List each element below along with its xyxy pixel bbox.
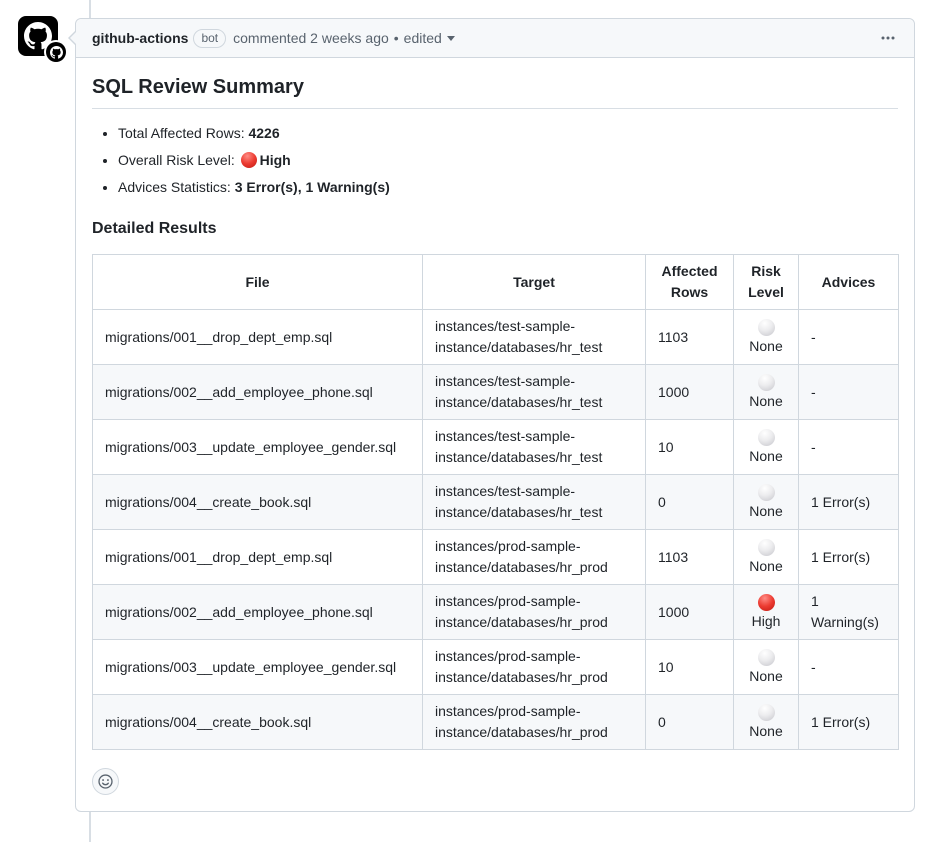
cell-risk-level: None: [734, 475, 799, 530]
risk-circle-icon: [758, 704, 775, 721]
chevron-down-icon: [447, 36, 455, 45]
kebab-menu-button[interactable]: [878, 30, 898, 46]
cell-affected-rows: 1103: [646, 530, 734, 585]
table-row: migrations/004__create_book.sql instance…: [93, 695, 899, 750]
smiley-icon: [98, 774, 113, 789]
col-header-target: Target: [423, 255, 646, 310]
summary-item-overall-risk-level: Overall Risk Level: High: [118, 150, 898, 171]
cell-affected-rows: 1000: [646, 585, 734, 640]
table-row: migrations/003__update_employee_gender.s…: [93, 640, 899, 695]
cell-risk-level: None: [734, 420, 799, 475]
comment-card: github-actions bot commented 2 weeks ago…: [75, 18, 915, 812]
table-row: migrations/003__update_employee_gender.s…: [93, 420, 899, 475]
cell-target: instances/prod-sample-instance/databases…: [423, 695, 646, 750]
cell-risk-level: None: [734, 365, 799, 420]
cell-risk-level: High: [734, 585, 799, 640]
advices-statistics-value: 3 Error(s), 1 Warning(s): [235, 179, 390, 195]
total-affected-rows-value: 4226: [248, 125, 279, 141]
edited-label: edited: [404, 28, 442, 48]
cell-advices: -: [799, 365, 899, 420]
cell-affected-rows: 10: [646, 640, 734, 695]
cell-target: instances/prod-sample-instance/databases…: [423, 530, 646, 585]
table-row: migrations/002__add_employee_phone.sql i…: [93, 585, 899, 640]
edited-dropdown[interactable]: edited: [404, 28, 455, 48]
table-row: migrations/004__create_book.sql instance…: [93, 475, 899, 530]
cell-risk-level: None: [734, 530, 799, 585]
cell-file: migrations/004__create_book.sql: [93, 475, 423, 530]
cell-target: instances/prod-sample-instance/databases…: [423, 640, 646, 695]
comment-author[interactable]: github-actions: [92, 28, 188, 48]
summary-item-advices-statistics: Advices Statistics: 3 Error(s), 1 Warnin…: [118, 177, 898, 198]
table-row: migrations/001__drop_dept_emp.sql instan…: [93, 530, 899, 585]
cell-file: migrations/003__update_employee_gender.s…: [93, 420, 423, 475]
bot-label-badge: bot: [193, 29, 226, 48]
cell-file: migrations/003__update_employee_gender.s…: [93, 640, 423, 695]
cell-risk-level: None: [734, 695, 799, 750]
risk-circle-icon: [758, 649, 775, 666]
kebab-horizontal-icon: [880, 30, 896, 46]
cell-advices: -: [799, 640, 899, 695]
cell-risk-level: None: [734, 640, 799, 695]
dot-separator: •: [394, 28, 399, 48]
cell-target: instances/prod-sample-instance/databases…: [423, 585, 646, 640]
cell-target: instances/test-sample-instance/databases…: [423, 310, 646, 365]
summary-title: SQL Review Summary: [92, 76, 898, 109]
cell-affected-rows: 0: [646, 475, 734, 530]
red-circle-icon: [241, 152, 257, 168]
cell-advices: 1 Error(s): [799, 695, 899, 750]
risk-circle-icon: [758, 539, 775, 556]
cell-advices: -: [799, 420, 899, 475]
cell-affected-rows: 0: [646, 695, 734, 750]
cell-file: migrations/001__drop_dept_emp.sql: [93, 310, 423, 365]
table-header-row: File Target Affected Rows Risk Level Adv…: [93, 255, 899, 310]
cell-advices: 1 Error(s): [799, 530, 899, 585]
cell-affected-rows: 10: [646, 420, 734, 475]
cell-target: instances/test-sample-instance/databases…: [423, 365, 646, 420]
cell-file: migrations/004__create_book.sql: [93, 695, 423, 750]
col-header-risk-level: Risk Level: [734, 255, 799, 310]
col-header-file: File: [93, 255, 423, 310]
cell-risk-level: None: [734, 310, 799, 365]
overall-risk-level-value: High: [260, 152, 291, 168]
risk-circle-icon: [758, 484, 775, 501]
avatar[interactable]: [18, 16, 58, 56]
cell-advices: 1 Error(s): [799, 475, 899, 530]
col-header-affected-rows: Affected Rows: [646, 255, 734, 310]
cell-advices: -: [799, 310, 899, 365]
cell-affected-rows: 1000: [646, 365, 734, 420]
add-reaction-button[interactable]: [92, 768, 119, 795]
risk-circle-icon: [758, 319, 775, 336]
cell-target: instances/test-sample-instance/databases…: [423, 475, 646, 530]
github-logo-icon: [46, 42, 66, 62]
cell-advices: 1 Warning(s): [799, 585, 899, 640]
risk-circle-icon: [758, 594, 775, 611]
detailed-results-title: Detailed Results: [92, 220, 898, 238]
risk-circle-icon: [758, 374, 775, 391]
table-row: migrations/002__add_employee_phone.sql i…: [93, 365, 899, 420]
results-table: File Target Affected Rows Risk Level Adv…: [92, 254, 899, 750]
summary-item-total-affected-rows: Total Affected Rows: 4226: [118, 123, 898, 144]
bot-avatar-badge: [44, 40, 68, 64]
cell-target: instances/test-sample-instance/databases…: [423, 420, 646, 475]
cell-file: migrations/001__drop_dept_emp.sql: [93, 530, 423, 585]
col-header-advices: Advices: [799, 255, 899, 310]
cell-file: migrations/002__add_employee_phone.sql: [93, 585, 423, 640]
risk-circle-icon: [758, 429, 775, 446]
comment-header: github-actions bot commented 2 weeks ago…: [76, 19, 914, 58]
cell-affected-rows: 1103: [646, 310, 734, 365]
summary-list: Total Affected Rows: 4226 Overall Risk L…: [92, 123, 898, 198]
comment-body: SQL Review Summary Total Affected Rows: …: [76, 58, 914, 811]
cell-file: migrations/002__add_employee_phone.sql: [93, 365, 423, 420]
comment-timestamp[interactable]: commented 2 weeks ago: [233, 28, 389, 48]
table-row: migrations/001__drop_dept_emp.sql instan…: [93, 310, 899, 365]
